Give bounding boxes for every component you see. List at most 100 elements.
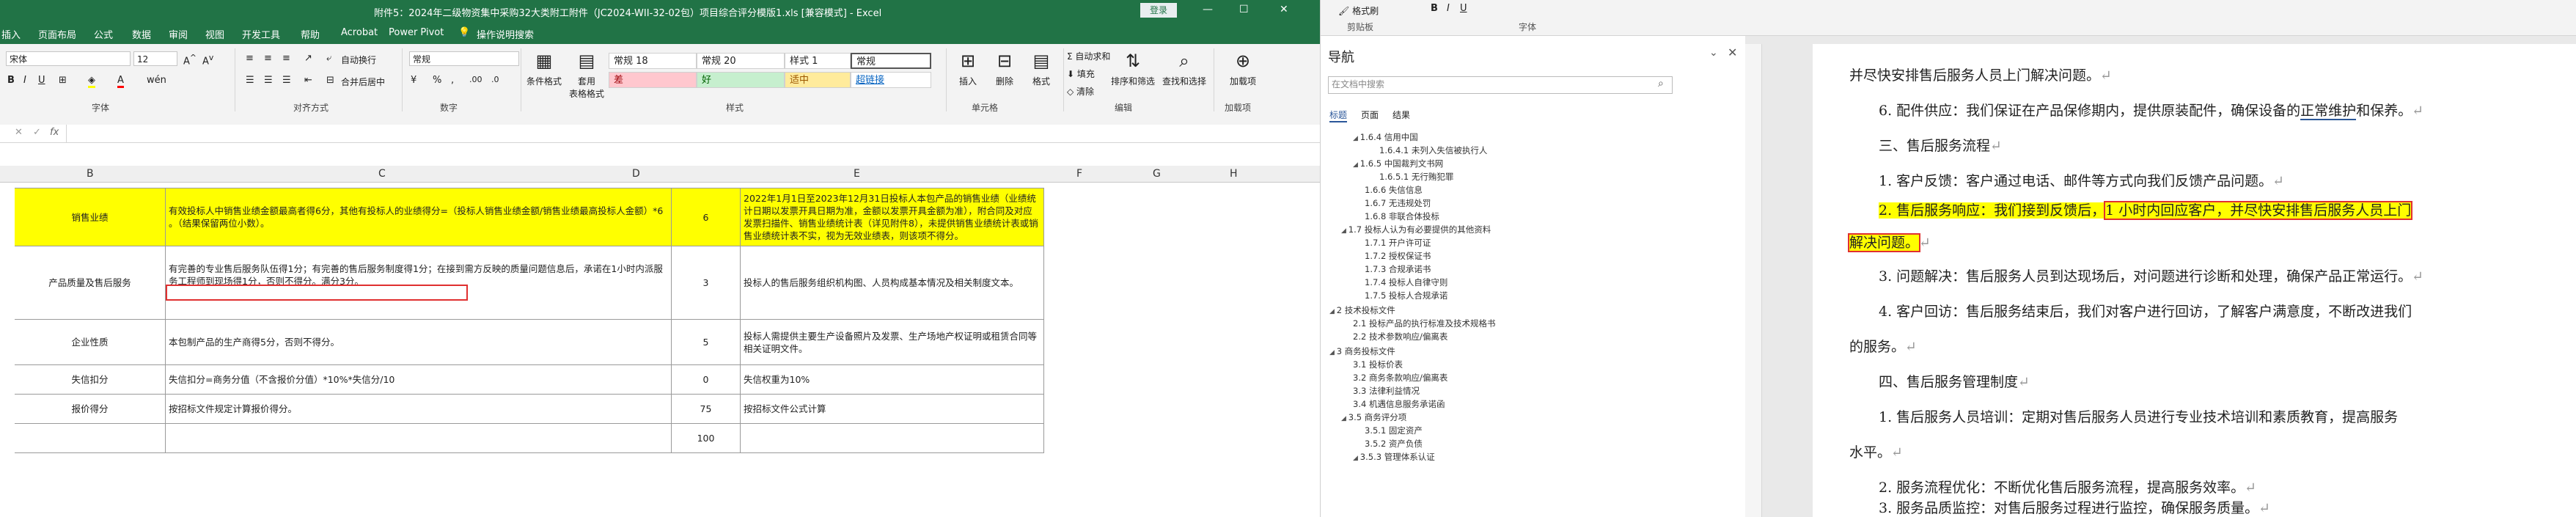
col-header-h[interactable]: H: [1230, 168, 1238, 180]
col-header-g[interactable]: G: [1153, 168, 1161, 180]
nav-heading-item[interactable]: ◢ 3 商务投标文件: [1329, 345, 1395, 357]
cell-e-sales[interactable]: 2022年1月1日至2023年12月31日投标人本包产品的销售业绩（业绩统计日期…: [741, 188, 1044, 246]
doc-paragraph[interactable]: 1. 售后服务人员培训：定期对售后服务人员进行专业技术培训和素质教育，提高服务: [1879, 406, 2398, 426]
style-bad[interactable]: 差: [609, 72, 697, 88]
doc-heading[interactable]: 三、售后服务流程↵: [1879, 135, 2002, 155]
tab-power-pivot[interactable]: Power Pivot: [389, 27, 444, 38]
italic-icon[interactable]: I: [23, 75, 26, 86]
align-left-icon[interactable]: ☰: [246, 75, 254, 86]
clear-button[interactable]: ◇ 清除: [1067, 85, 1094, 98]
cell-b-credit[interactable]: 失信扣分: [15, 365, 166, 395]
cell-e-quality[interactable]: 投标人的售后服务组织机构图、人员构成基本情况及相关制度文本。: [741, 246, 1044, 320]
number-format-box[interactable]: 常规: [409, 51, 519, 66]
font-grow-icon[interactable]: A^: [183, 53, 197, 67]
doc-paragraph[interactable]: 3. 服务品质监控：对售后服务过程进行监控，确保服务质量。↵: [1879, 497, 2270, 517]
col-header-c[interactable]: C: [378, 168, 386, 180]
col-header-b[interactable]: B: [87, 168, 94, 180]
underline-icon[interactable]: U: [38, 75, 45, 86]
tab-pages[interactable]: 页面: [1361, 109, 1379, 121]
tell-me-search[interactable]: 操作说明搜索: [477, 27, 534, 41]
cell-e-price[interactable]: 按招标文件公式计算: [741, 395, 1044, 424]
tab-insert[interactable]: 插入: [1, 27, 21, 41]
tab-results[interactable]: 结果: [1392, 109, 1410, 121]
italic-icon[interactable]: I: [1447, 3, 1450, 14]
format-cells-button[interactable]: ▤ 格式: [1019, 50, 1063, 87]
format-painter-button[interactable]: 🖌 格式刷: [1338, 4, 1379, 17]
nav-heading-item[interactable]: 1.6.6 失信信息: [1365, 184, 1423, 196]
cell-b-sales[interactable]: 销售业绩: [15, 188, 166, 246]
doc-highlighted-paragraph[interactable]: 2. 售后服务响应：我们接到反馈后，1 小时内回应客户，并尽快安排售后服务人员上…: [1879, 199, 2413, 220]
style-neutral[interactable]: 适中: [785, 72, 851, 88]
bold-icon[interactable]: B: [7, 75, 15, 86]
comma-icon[interactable]: ,: [451, 75, 454, 86]
align-middle-icon[interactable]: ≡: [264, 53, 272, 64]
style-normal-18[interactable]: 常规 18: [609, 53, 697, 69]
tab-data[interactable]: 数据: [132, 27, 151, 41]
style-normal[interactable]: 常规: [851, 53, 931, 69]
nav-heading-item[interactable]: 3.4 机遇信息服务承诺函: [1353, 398, 1445, 410]
nav-heading-item[interactable]: 1.7.3 合规承诺书: [1365, 263, 1431, 275]
nav-heading-item[interactable]: 2.1 投标产品的执行标准及技术规格书: [1353, 318, 1495, 329]
cell-d-nature[interactable]: 5: [672, 320, 741, 365]
fill-color-icon[interactable]: ◈: [88, 75, 95, 88]
nav-heading-item[interactable]: ◢ 1.6.5 中国裁判文书网: [1353, 158, 1443, 169]
font-size-box[interactable]: 12: [133, 51, 177, 66]
doc-highlighted-paragraph[interactable]: 解决问题。↵: [1847, 232, 1931, 252]
col-header-d[interactable]: D: [632, 168, 640, 180]
cell-d-price[interactable]: 75: [672, 395, 741, 424]
tab-developer[interactable]: 开发工具: [242, 27, 280, 41]
find-select-button[interactable]: ⌕ 查找和选择: [1159, 50, 1210, 87]
cell-c-price[interactable]: 按招标文件规定计算报价得分。: [166, 395, 672, 424]
tab-view[interactable]: 视图: [205, 27, 224, 41]
conditional-format-button[interactable]: ▦ 条件格式: [522, 50, 566, 87]
nav-heading-item[interactable]: 3.1 投标价表: [1353, 359, 1403, 370]
doc-paragraph[interactable]: 4. 客户回访：售后服务结束后，我们对客户进行回访，了解客户满意度，不断改进我们: [1879, 301, 2412, 320]
search-icon[interactable]: ⌕: [1658, 78, 1664, 89]
merge-icon[interactable]: ⊟: [326, 75, 334, 86]
align-right-icon[interactable]: ☰: [282, 75, 291, 86]
wrap-text-icon[interactable]: ⤶: [326, 53, 331, 64]
doc-paragraph[interactable]: 1. 客户反馈：客户通过电话、邮件等方式向我们反馈产品问题。↵: [1879, 170, 2284, 190]
font-shrink-icon[interactable]: Av: [202, 53, 213, 67]
login-button[interactable]: 登录: [1140, 3, 1177, 18]
cell-e-total[interactable]: [741, 424, 1044, 453]
align-bottom-icon[interactable]: ≡: [282, 53, 290, 64]
decrease-decimal-icon[interactable]: .0: [491, 75, 499, 84]
border-icon[interactable]: ⊞: [59, 75, 67, 86]
nav-heading-item[interactable]: 1.7.1 开户许可证: [1365, 237, 1431, 249]
tab-page-layout[interactable]: 页面布局: [38, 27, 76, 41]
autosum-button[interactable]: Σ 自动求和: [1067, 50, 1110, 62]
align-center-icon[interactable]: ☰: [264, 75, 273, 86]
indent-icon[interactable]: ⇤: [304, 75, 312, 86]
cell-c-sales[interactable]: 有效投标人中销售业绩金额最高者得6分，其他有投标人的业绩得分=（投标人销售业绩金…: [166, 188, 672, 246]
nav-heading-item[interactable]: ◢ 3.5.3 管理体系认证: [1353, 451, 1435, 463]
cell-d-sales[interactable]: 6: [672, 188, 741, 246]
sort-filter-button[interactable]: ⇅ 排序和筛选: [1107, 50, 1159, 87]
tab-review[interactable]: 审阅: [169, 27, 188, 41]
tab-help[interactable]: 帮助: [301, 27, 320, 41]
orientation-icon[interactable]: ↗: [304, 53, 312, 64]
phonetic-icon[interactable]: wén: [147, 75, 166, 86]
chevron-down-icon[interactable]: ⌄: [1709, 47, 1718, 59]
nav-heading-item[interactable]: 1.7.5 投标人合规承诺: [1365, 290, 1447, 301]
cell-c-credit[interactable]: 失信扣分=商务分值（不含报价分值）*10%*失信分/10: [166, 365, 672, 395]
percent-icon[interactable]: %: [433, 75, 441, 86]
align-top-icon[interactable]: ≡: [246, 53, 254, 64]
close-icon[interactable]: ✕: [1728, 45, 1737, 59]
cell-c-quality[interactable]: 有完善的专业售后服务队伍得1分；有完善的售后服务制度得1分；在接到需方反映的质量…: [166, 246, 672, 320]
doc-heading[interactable]: 四、售后服务管理制度↵: [1879, 371, 2030, 391]
cell-b-price[interactable]: 报价得分: [15, 395, 166, 424]
font-name-box[interactable]: 宋体: [6, 51, 131, 66]
nav-heading-item[interactable]: 3.5.2 资产负债: [1365, 438, 1423, 450]
nav-heading-item[interactable]: 1.7.2 授权保证书: [1365, 250, 1431, 262]
cell-e-credit[interactable]: 失信权重为10%: [741, 365, 1044, 395]
style-1[interactable]: 样式 1: [785, 53, 851, 69]
tab-formulas[interactable]: 公式: [94, 27, 113, 41]
cell-c-total[interactable]: [166, 424, 672, 453]
doc-paragraph[interactable]: 3. 问题解决：售后服务人员到达现场后，对问题进行诊断和处理，确保产品正常运行。…: [1879, 265, 2423, 285]
close-icon[interactable]: ✕: [1280, 4, 1288, 15]
maximize-icon[interactable]: ☐: [1239, 4, 1249, 15]
nav-search-input[interactable]: 在文档中搜索: [1328, 76, 1673, 94]
nav-heading-item[interactable]: ◢ 1.7 投标人认为有必要提供的其他资料: [1341, 224, 1491, 235]
doc-paragraph[interactable]: 6. 配件供应：我们保证在产品保修期内，提供原装配件，确保设备的正常维护和保养。…: [1879, 100, 2423, 120]
